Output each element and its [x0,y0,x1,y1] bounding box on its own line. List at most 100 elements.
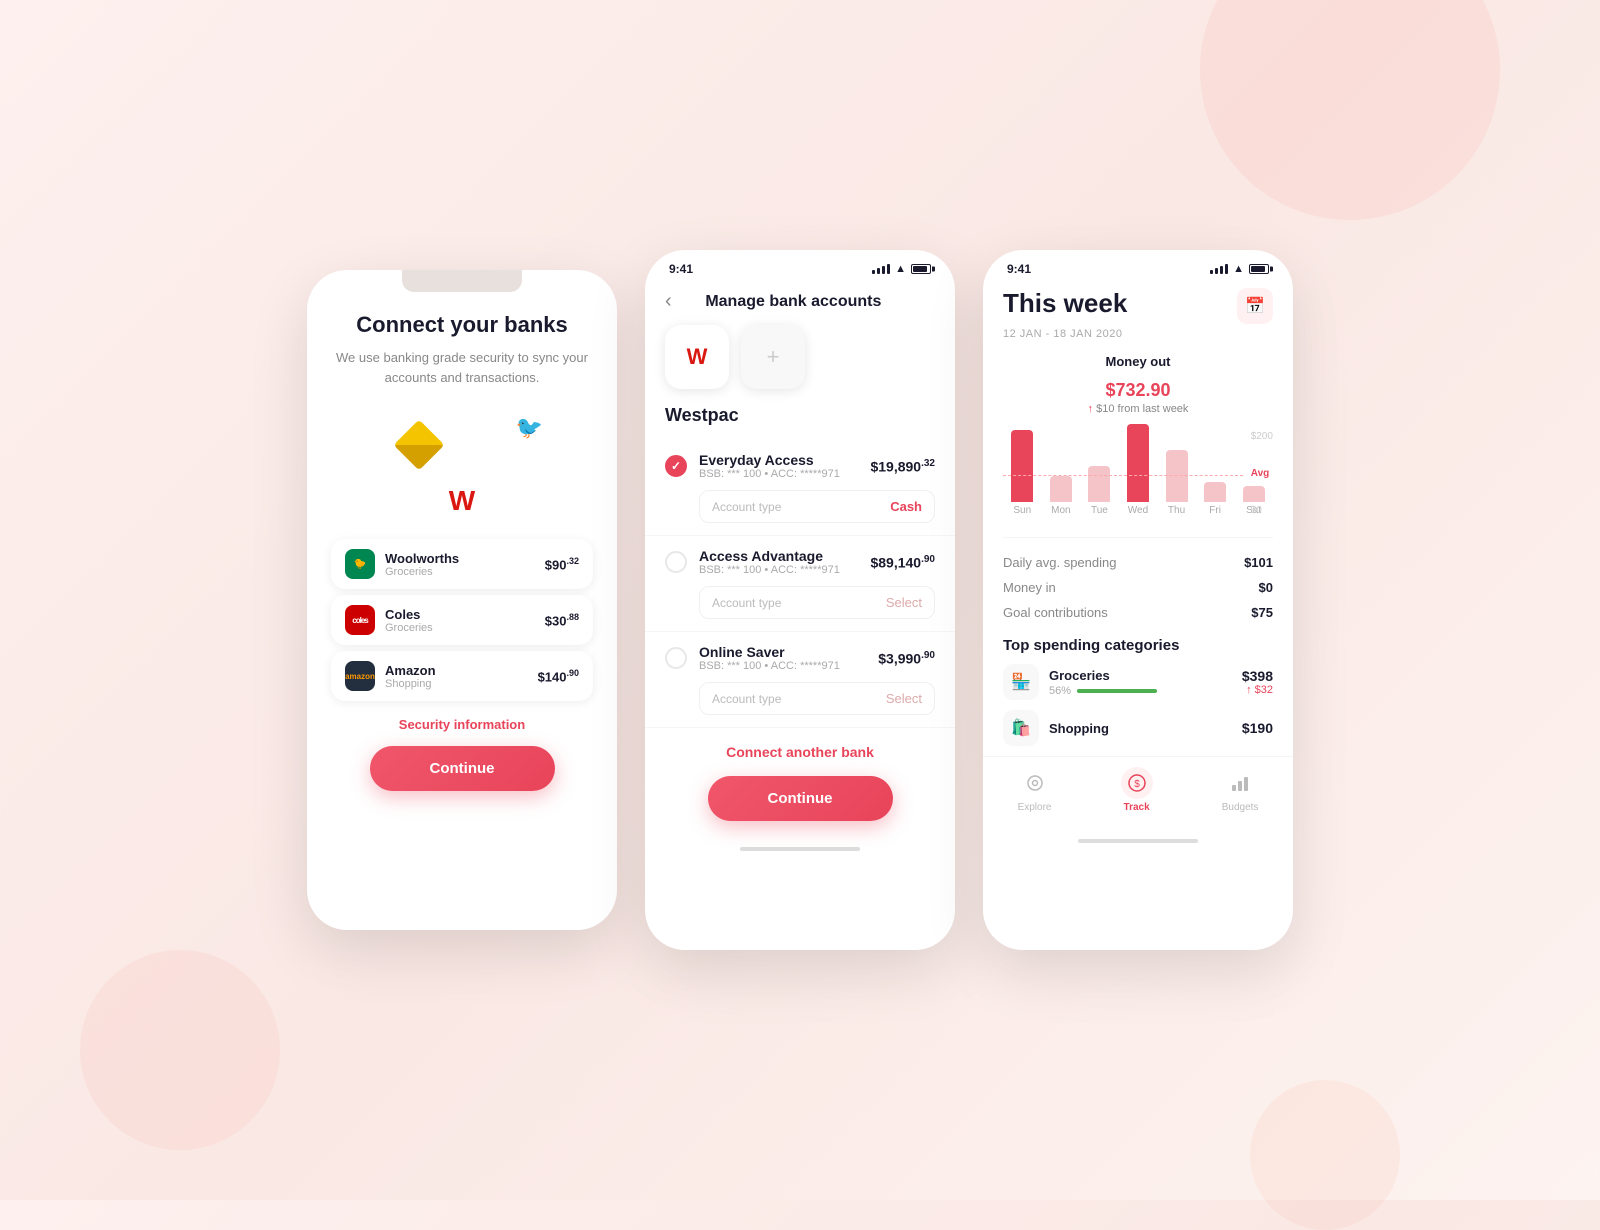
stat-money-in-value: $0 [1259,580,1273,595]
account-radio-saver[interactable] [665,647,687,669]
anz-logo [394,420,445,471]
phone-notch [402,270,522,292]
account-advantage-info: Access Advantage BSB: *** 100 • ACC: ***… [699,548,858,576]
bar-chart: Sun Mon Tue Wed [1003,431,1273,531]
account-access-advantage: Access Advantage BSB: *** 100 • ACC: ***… [645,536,955,632]
txn-woolworths-cat: Groceries [385,566,535,578]
txn-amazon-name: Amazon [385,663,528,678]
bar-mon-label: Mon [1051,505,1070,516]
coles-logo: coles [345,605,375,635]
stat-goal-value: $75 [1251,605,1273,620]
week-header: This week 📅 [1003,282,1273,324]
bar-thu-label: Thu [1168,505,1185,516]
track-icon: $ [1121,767,1153,799]
txn-amazon-info: Amazon Shopping [385,663,528,690]
arrow-up-icon: ↑ [1088,403,1094,415]
account-saver-info: Online Saver BSB: *** 100 • ACC: *****97… [699,644,866,672]
nav-budgets-label: Budgets [1222,802,1259,813]
txn-amazon-cat: Shopping [385,678,528,690]
status-icons-3: ▲ [1210,263,1269,275]
bottom-nav: Explore $ Track [983,756,1293,829]
bar-sun-fill [1011,430,1033,502]
signal-icon-2 [872,264,890,274]
account-radio-everyday[interactable] [665,455,687,477]
txn-amazon: amazon Amazon Shopping $140.90 [331,651,593,701]
stat-daily-avg-value: $101 [1244,555,1273,570]
budgets-icon [1224,767,1256,799]
account-type-value-saver: Select [886,691,922,706]
groceries-amount: $398 [1242,668,1273,684]
status-bar-3: 9:41 ▲ [983,250,1293,282]
phone-connect-banks: Connect your banks We use banking grade … [307,270,617,930]
header-title-2: Manage bank accounts [684,293,903,311]
stat-money-in: Money in $0 [1003,575,1273,600]
bar-wed-label: Wed [1128,505,1148,516]
bar-fri-label: Fri [1209,505,1221,516]
continue-button-1[interactable]: Continue [370,746,555,791]
connect-another-link[interactable]: Connect another bank [645,728,955,776]
stat-goal-label: Goal contributions [1003,605,1108,620]
account-type-label-advantage: Account type [712,596,781,610]
westpac-chip[interactable]: W [665,325,729,389]
phone3-content: This week 📅 12 JAN - 18 JAN 2020 Money o… [983,282,1293,746]
phone1-content: Connect your banks We use banking grade … [307,302,617,922]
bar-tue: Tue [1088,466,1110,516]
nav-explore[interactable]: Explore [1018,767,1052,813]
avg-line [1003,475,1243,476]
money-out-change-text: $10 from last week [1096,403,1188,415]
txn-woolworths-amount: $90.32 [545,556,579,572]
connect-title: Connect your banks [356,312,567,338]
calendar-button[interactable]: 📅 [1237,288,1273,324]
home-indicator-2 [740,847,860,851]
account-everyday-bsb: BSB: *** 100 • ACC: *****971 [699,468,858,480]
account-everyday-access-row: Everyday Access BSB: *** 100 • ACC: ****… [665,452,935,480]
account-type-label-everyday: Account type [712,500,781,514]
account-radio-advantage[interactable] [665,551,687,573]
account-access-advantage-row: Access Advantage BSB: *** 100 • ACC: ***… [665,548,935,576]
connect-subtitle: We use banking grade security to sync yo… [331,348,593,387]
account-saver-name: Online Saver [699,644,866,660]
account-type-advantage[interactable]: Account type Select [699,586,935,619]
account-type-saver[interactable]: Account type Select [699,682,935,715]
bar-thu: Thu [1166,450,1188,516]
groceries-pct-row: 56% [1049,685,1232,697]
phone-this-week: 9:41 ▲ This week 📅 12 JAN - 18 [983,250,1293,950]
stat-daily-avg-label: Daily avg. spending [1003,555,1116,570]
back-button-2[interactable]: ‹ [665,290,672,313]
account-saver-bsb: BSB: *** 100 • ACC: *****971 [699,660,866,672]
account-type-label-saver: Account type [712,692,781,706]
svg-text:$: $ [1134,779,1140,790]
bar-tue-label: Tue [1091,505,1108,516]
signal-icon-3 [1210,264,1228,274]
security-link[interactable]: Security information [399,717,525,732]
money-out-label: Money out [1003,354,1273,369]
add-bank-chip[interactable]: + [741,325,805,389]
status-time-2: 9:41 [669,262,693,276]
txn-coles-cat: Groceries [385,622,535,634]
stat-daily-avg: Daily avg. spending $101 [1003,550,1273,575]
bar-wed-fill [1127,424,1149,502]
nav-track[interactable]: $ Track [1121,767,1153,813]
transaction-cards: 🐤 Woolworths Groceries $90.32 coles Cole… [331,539,593,701]
continue-button-2[interactable]: Continue [708,776,893,821]
bar-thu-fill [1166,450,1188,502]
account-online-saver: Online Saver BSB: *** 100 • ACC: *****97… [645,632,955,728]
battery-icon-2 [911,264,931,274]
wifi-icon-2: ▲ [895,263,906,275]
nav-track-label: Track [1124,802,1150,813]
account-type-everyday[interactable]: Account type Cash [699,490,935,523]
bird-icon: 🐦 [516,415,543,441]
top-spending-title: Top spending categories [1003,637,1273,654]
amazon-logo: amazon [345,661,375,691]
account-everyday-balance: $19,890.32 [870,458,935,475]
groceries-change: ↑ $32 [1242,684,1273,696]
account-everyday-name: Everyday Access [699,452,858,468]
status-icons-2: ▲ [872,263,931,275]
txn-woolworths-name: Woolworths [385,551,535,566]
groceries-amount-col: $398 ↑ $32 [1242,668,1273,696]
txn-coles-info: Coles Groceries [385,607,535,634]
woolworths-logo: 🐤 [345,549,375,579]
nav-budgets[interactable]: Budgets [1222,767,1259,813]
shopping-amount: $190 [1242,720,1273,736]
txn-coles: coles Coles Groceries $30.88 [331,595,593,645]
